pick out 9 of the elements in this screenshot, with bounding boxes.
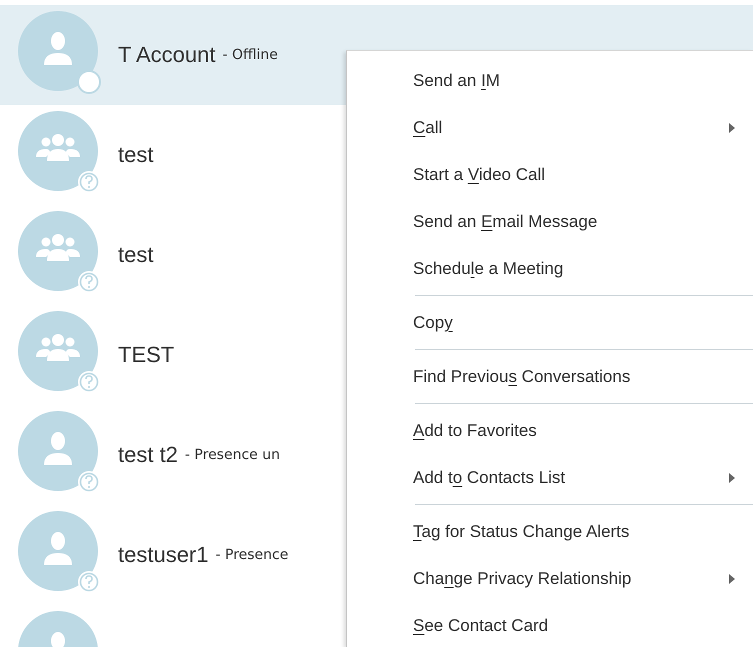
contact-name: TEST bbox=[118, 342, 174, 368]
contact-status: - Presence bbox=[216, 547, 288, 563]
contact-name: T Account bbox=[118, 42, 216, 68]
contact-name: test bbox=[118, 242, 154, 268]
contact-status: - Offline bbox=[222, 47, 278, 63]
contact-status: - Presence un bbox=[184, 447, 280, 463]
contact-name: testuser1 bbox=[118, 542, 208, 568]
contact-name: test bbox=[118, 142, 154, 168]
contact-name: test t2 bbox=[118, 442, 178, 468]
